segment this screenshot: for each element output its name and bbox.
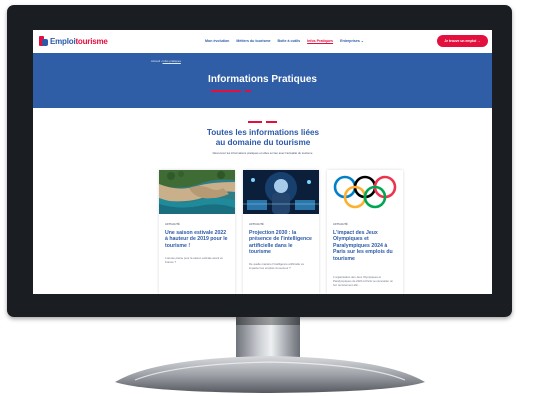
monitor-bezel: Emploitourisme Mon évolution Métiers du … — [7, 5, 512, 317]
logo-text-part1: Emploi — [50, 36, 76, 46]
section-accent-bar-2 — [266, 121, 277, 123]
nav-item-metiers[interactable]: Métiers du tourisme — [236, 39, 270, 43]
breadcrumb-current: Infos pratiques — [162, 59, 181, 63]
card-title[interactable]: L'impact des Jeux Olympiques et Paralymp… — [333, 230, 397, 262]
section-title: Toutes les informations liées au domaine… — [206, 128, 320, 147]
card-excerpt: L'organisation des Jeux Olympiques et Pa… — [333, 275, 394, 287]
title-underline-dash — [245, 90, 251, 92]
nav-item-infos-pratiques[interactable]: Infos Pratiques — [307, 39, 333, 43]
breadcrumb: Accueil › Infos pratiques — [151, 59, 181, 63]
nav-item-boite-outils[interactable]: Boîte à outils — [278, 39, 301, 43]
site-header: Emploitourisme Mon évolution Métiers du … — [33, 30, 492, 53]
card-title[interactable]: Une saison estivale 2022 à hauteur de 20… — [165, 230, 229, 249]
card-tag: ACTUALITÉ — [333, 223, 348, 226]
section-subtitle: Découvrez les informations pratiques et … — [212, 151, 313, 155]
page-title: Informations Pratiques — [208, 74, 317, 85]
nav-item-mon-evolution[interactable]: Mon évolution — [205, 39, 229, 43]
hero-banner: Accueil › Infos pratiques Informations P… — [33, 53, 492, 108]
logo-mark-icon — [39, 36, 48, 46]
main-nav: Mon évolution Métiers du tourisme Boîte … — [205, 39, 364, 43]
article-card[interactable]: ACTUALITÉ Projection 2030 : la présence … — [243, 170, 319, 294]
article-card[interactable]: ACTUALITÉ L'impact des Jeux Olympiques e… — [327, 170, 403, 294]
card-tag: ACTUALITÉ — [165, 223, 180, 226]
card-title[interactable]: Projection 2030 : la présence de l'intel… — [249, 230, 313, 256]
logo-text: Emploitourisme — [50, 37, 108, 46]
site-logo[interactable]: Emploitourisme — [39, 36, 108, 46]
find-job-button[interactable]: Je trouve un emploi → — [437, 35, 488, 47]
nav-item-entreprises[interactable]: Entreprises ⌄ — [340, 39, 364, 43]
card-tag: ACTUALITÉ — [249, 223, 264, 226]
card-image-ai[interactable] — [243, 170, 319, 214]
card-excerpt: L'année pleine pour la saison estivale a… — [165, 256, 224, 264]
card-image-coast[interactable] — [159, 170, 235, 214]
title-underline — [211, 90, 241, 92]
section-accent-bar — [248, 121, 262, 123]
monitor-stand-shadow — [236, 317, 300, 325]
monitor-screen: Emploitourisme Mon évolution Métiers du … — [33, 30, 492, 294]
monitor-stand-base — [115, 356, 425, 393]
breadcrumb-home[interactable]: Accueil › — [151, 59, 162, 63]
card-image-olympic-rings[interactable] — [327, 170, 403, 214]
logo-text-part2: tourisme — [75, 36, 108, 46]
card-excerpt: De quelle manière l'intelligence artific… — [249, 262, 304, 270]
article-card[interactable]: ACTUALITÉ Une saison estivale 2022 à hau… — [159, 170, 235, 294]
